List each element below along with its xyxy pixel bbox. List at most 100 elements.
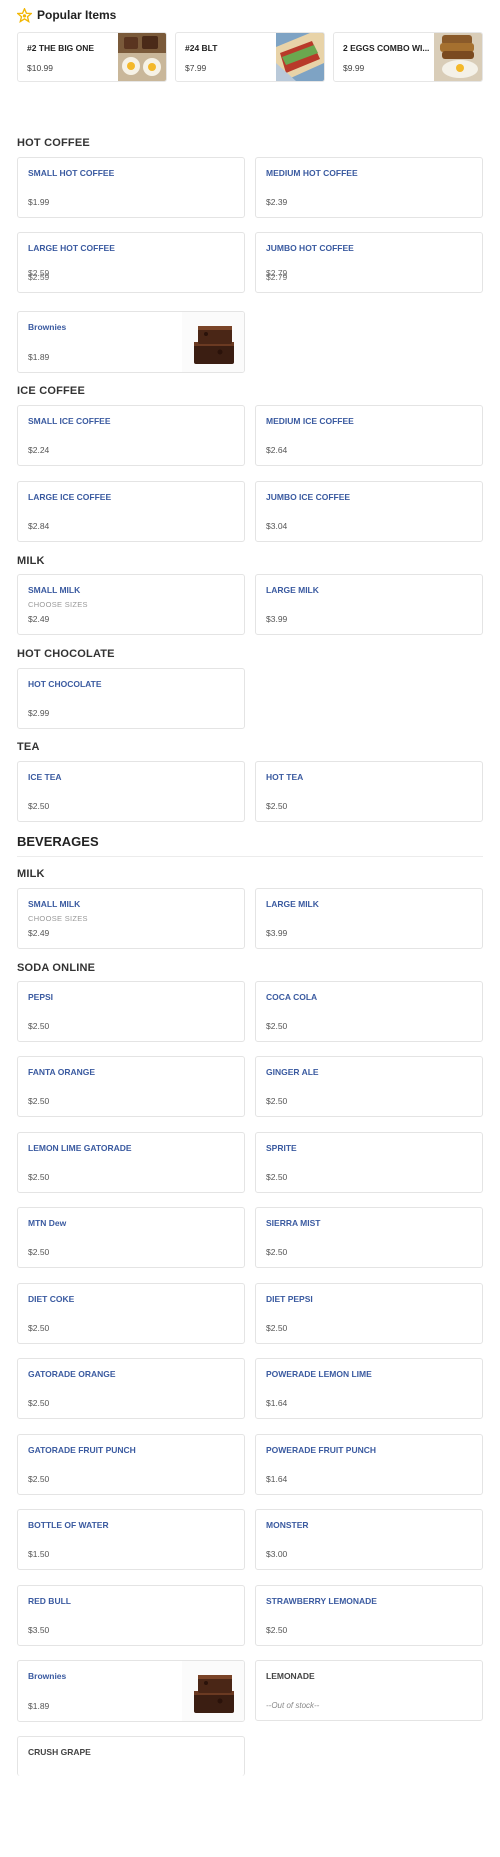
item-price: $2.39 xyxy=(266,197,288,207)
menu-item-card[interactable]: GATORADE FRUIT PUNCH $2.50 xyxy=(17,1434,245,1495)
item-name: JUMBO ICE COFFEE xyxy=(266,492,351,502)
menu-item-card[interactable]: PEPSI $2.50 xyxy=(17,981,245,1042)
item-name: LEMONADE xyxy=(266,1671,315,1681)
menu-item-card[interactable]: SMALL MILK CHOOSE SIZES $2.49 xyxy=(17,574,245,635)
popular-header: Popular Items xyxy=(17,6,116,24)
menu-item-card[interactable]: SMALL MILK CHOOSE SIZES $2.49 xyxy=(17,888,245,949)
menu-item-card[interactable]: LARGE MILK $3.99 xyxy=(255,888,483,949)
menu-item-card[interactable]: POWERADE FRUIT PUNCH $1.64 xyxy=(255,1434,483,1495)
menu-item-card[interactable]: SIERRA MIST $2.50 xyxy=(255,1207,483,1268)
menu-item-card[interactable]: LARGE ICE COFFEE $2.84 xyxy=(17,481,245,542)
item-name: MEDIUM HOT COFFEE xyxy=(266,168,358,178)
item-price: $2.50 xyxy=(28,801,50,811)
item-name: SMALL HOT COFFEE xyxy=(28,168,115,178)
menu-item-card[interactable]: SMALL ICE COFFEE $2.24 xyxy=(17,405,245,466)
item-price: $2.49 xyxy=(28,928,50,938)
item-price: $3.99 xyxy=(266,928,288,938)
item-name: GINGER ALE xyxy=(266,1067,319,1077)
item-price: $2.24 xyxy=(28,445,50,455)
menu-item-card[interactable]: CRUSH GRAPE xyxy=(17,1736,245,1776)
item-price-line: $2.79 xyxy=(266,272,288,282)
item-name: DIET PEPSI xyxy=(266,1294,313,1304)
item-price: $2.50 xyxy=(266,1323,288,1333)
menu-item-card[interactable]: LARGE HOT COFFEE $2.59 $2.59 xyxy=(17,232,245,293)
item-name: Brownies xyxy=(28,1671,67,1681)
item-name: JUMBO HOT COFFEE xyxy=(266,243,354,253)
menu-item-card[interactable]: ICE TEA $2.50 xyxy=(17,761,245,822)
category-heading: TEA xyxy=(17,741,40,753)
item-price: $2.99 xyxy=(28,708,50,718)
menu-item-card[interactable]: JUMBO ICE COFFEE $3.04 xyxy=(255,481,483,542)
item-price: $10.99 xyxy=(27,63,53,73)
item-name: SIERRA MIST xyxy=(266,1218,321,1228)
item-name: DIET COKE xyxy=(28,1294,75,1304)
popular-card[interactable]: #2 THE BIG ONE $10.99 xyxy=(17,32,167,82)
menu-item-card[interactable]: JUMBO HOT COFFEE $2.79 $2.79 xyxy=(255,232,483,293)
category-heading: HOT CHOCOLATE xyxy=(17,648,115,660)
menu-item-card[interactable]: BOTTLE OF WATER $1.50 xyxy=(17,1509,245,1570)
item-price: $2.50 xyxy=(28,1021,50,1031)
item-price: $2.50 xyxy=(28,1323,50,1333)
star-icon xyxy=(17,7,32,23)
item-price: $2.59 $2.59 xyxy=(28,268,88,286)
item-price: $2.50 xyxy=(266,1172,288,1182)
popular-card[interactable]: #24 BLT $7.99 xyxy=(175,32,325,82)
menu-item-card-out-of-stock: LEMONADE --Out of stock-- xyxy=(255,1660,483,1721)
menu-item-card[interactable]: Brownies $1.89 xyxy=(17,1660,245,1722)
item-price: $2.64 xyxy=(266,445,288,455)
item-price: $3.04 xyxy=(266,521,288,531)
menu-item-card[interactable]: MONSTER $3.00 xyxy=(255,1509,483,1570)
menu-item-card[interactable]: HOT TEA $2.50 xyxy=(255,761,483,822)
eggs-combo-plate-image xyxy=(434,33,482,81)
menu-item-card[interactable]: HOT CHOCOLATE $2.99 xyxy=(17,668,245,729)
item-name: SMALL MILK xyxy=(28,585,81,595)
item-price: $1.89 xyxy=(28,352,50,362)
menu-item-card[interactable]: MEDIUM HOT COFFEE $2.39 xyxy=(255,157,483,218)
menu-item-card[interactable]: COCA COLA $2.50 xyxy=(255,981,483,1042)
menu-item-card[interactable]: STRAWBERRY LEMONADE $2.50 xyxy=(255,1585,483,1646)
item-price: $1.50 xyxy=(28,1549,50,1559)
category-heading: MILK xyxy=(17,555,45,567)
menu-item-card[interactable]: DIET COKE $2.50 xyxy=(17,1283,245,1344)
eggs-bacon-plate-image xyxy=(118,33,166,81)
blt-sandwich-image xyxy=(276,33,324,81)
item-price: $1.64 xyxy=(266,1398,288,1408)
item-price: $9.99 xyxy=(343,63,365,73)
item-name: CRUSH GRAPE xyxy=(28,1747,91,1757)
item-name: POWERADE FRUIT PUNCH xyxy=(266,1445,377,1455)
menu-item-card[interactable]: DIET PEPSI $2.50 xyxy=(255,1283,483,1344)
item-price: $3.50 xyxy=(28,1625,50,1635)
menu-item-card[interactable]: MTN Dew $2.50 xyxy=(17,1207,245,1268)
item-price: $2.79 $2.79 xyxy=(266,268,326,286)
menu-item-card[interactable]: GATORADE ORANGE $2.50 xyxy=(17,1358,245,1419)
popular-items-section: Popular Items #2 THE BIG ONE $10.99 #24 … xyxy=(17,0,483,84)
popular-card[interactable]: 2 EGGS COMBO WI... $9.99 xyxy=(333,32,483,82)
menu-item-card[interactable]: LEMON LIME GATORADE $2.50 xyxy=(17,1132,245,1193)
item-name: LARGE MILK xyxy=(266,899,319,909)
item-name: RED BULL xyxy=(28,1596,71,1606)
item-name: POWERADE LEMON LIME xyxy=(266,1369,372,1379)
item-name: STRAWBERRY LEMONADE xyxy=(266,1596,377,1606)
item-subtitle: CHOOSE SIZES xyxy=(28,600,88,609)
menu-item-card[interactable]: FANTA ORANGE $2.50 xyxy=(17,1056,245,1117)
item-price: $2.50 xyxy=(266,801,288,811)
menu-item-card[interactable]: RED BULL $3.50 xyxy=(17,1585,245,1646)
item-name: ICE TEA xyxy=(28,772,62,782)
item-price: $2.50 xyxy=(28,1474,50,1484)
item-name: Brownies xyxy=(28,322,67,332)
menu-item-card[interactable]: POWERADE LEMON LIME $1.64 xyxy=(255,1358,483,1419)
menu-item-card[interactable]: MEDIUM ICE COFFEE $2.64 xyxy=(255,405,483,466)
item-price: $2.50 xyxy=(266,1021,288,1031)
menu-item-card[interactable]: LARGE MILK $3.99 xyxy=(255,574,483,635)
item-name: COCA COLA xyxy=(266,992,318,1002)
menu-heading: BEVERAGES xyxy=(17,834,99,849)
item-price: $1.64 xyxy=(266,1474,288,1484)
item-name: MONSTER xyxy=(266,1520,309,1530)
menu-item-card[interactable]: SMALL HOT COFFEE $1.99 xyxy=(17,157,245,218)
item-name: SMALL ICE COFFEE xyxy=(28,416,111,426)
menu-item-card[interactable]: Brownies $1.89 xyxy=(17,311,245,373)
item-price-line: $2.59 xyxy=(28,272,50,282)
menu-item-card[interactable]: SPRITE $2.50 xyxy=(255,1132,483,1193)
item-price: $2.84 xyxy=(28,521,50,531)
menu-item-card[interactable]: GINGER ALE $2.50 xyxy=(255,1056,483,1117)
